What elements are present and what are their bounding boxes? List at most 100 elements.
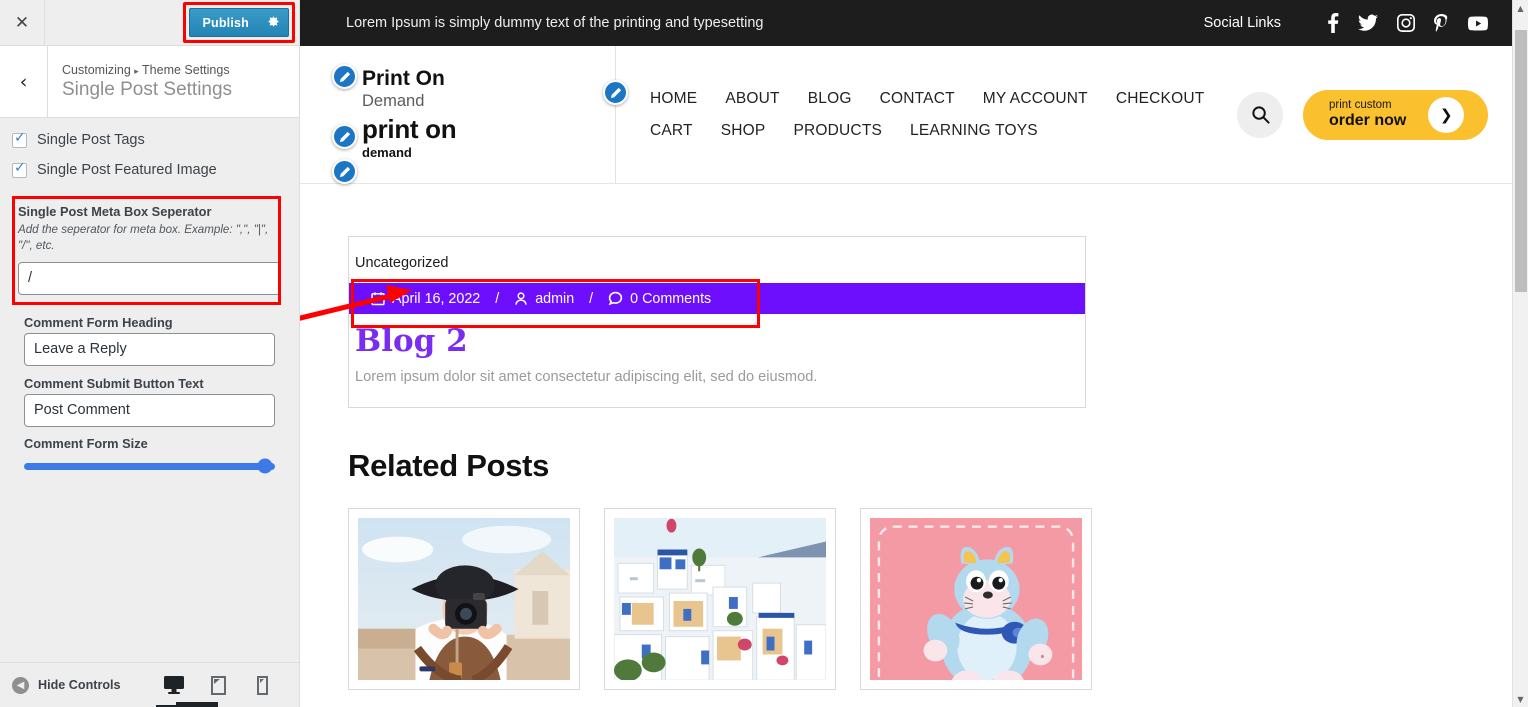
scroll-down-icon[interactable]: ▼ (1513, 691, 1528, 707)
comment-form-heading-input[interactable] (24, 332, 275, 366)
hide-controls-label: Hide Controls (38, 678, 121, 692)
vertical-scrollbar[interactable]: ▲ ▼ (1512, 0, 1528, 707)
logo-line-1: Print On (362, 67, 445, 91)
horizontal-scrollbar-thumb[interactable] (176, 702, 218, 707)
logo-line-2: Demand (362, 92, 425, 111)
twitter-icon[interactable] (1358, 14, 1378, 32)
hide-controls-button[interactable]: ◀ Hide Controls (12, 676, 121, 694)
post-date: April 16, 2022 (371, 291, 480, 307)
nav-item-shop[interactable]: SHOP (721, 115, 766, 147)
edit-pencil-icon[interactable] (332, 64, 357, 89)
order-now-cta-button[interactable]: print custom order now ❯ (1303, 89, 1488, 140)
logo-line-3: print on (362, 113, 457, 144)
gear-icon[interactable] (267, 15, 280, 30)
breadcrumb-root[interactable]: Customizing (62, 63, 131, 77)
blue-plush-toy-pink-background-photo (870, 518, 1082, 681)
related-posts-heading: Related Posts (348, 448, 550, 484)
publish-button[interactable]: Publish (189, 8, 289, 37)
edit-pencil-icon[interactable] (332, 159, 357, 184)
checkbox-icon[interactable] (12, 130, 27, 148)
comment-submit-button-label: Comment Submit Button Text (24, 375, 204, 391)
publish-button-label: Publish (202, 15, 249, 30)
tablet-icon[interactable] (207, 670, 229, 700)
chevron-right-icon[interactable]: ❯ (1428, 96, 1465, 133)
customizer-sidebar: ✕ Publish ‹ Customizing ▸ Theme Settings (0, 0, 300, 707)
close-icon[interactable]: ✕ (0, 0, 45, 45)
checkbox-label: Single Post Featured Image (37, 162, 217, 178)
panel-header: ‹ Customizing ▸ Theme Settings Single Po… (0, 45, 299, 118)
meta-box-separator-control: Single Post Meta Box Seperator Add the s… (12, 196, 287, 305)
comment-form-size-slider[interactable] (24, 458, 275, 474)
site-topbar: Lorem Ipsum is simply dummy text of the … (300, 0, 1528, 46)
page-content: Uncategorized April 16, 2022 / admin / 0 (300, 184, 1528, 691)
comment-icon (608, 291, 623, 306)
comment-form-heading-control: Comment Form Heading (12, 315, 287, 366)
breadcrumb-parent[interactable]: Theme Settings (142, 63, 230, 77)
checkbox-single-post-featured-image[interactable]: Single Post Featured Image (12, 160, 287, 178)
post-title[interactable]: Blog 2 (349, 314, 1085, 358)
nav-item-about[interactable]: ABOUT (725, 83, 779, 115)
nav-item-my-account[interactable]: MY ACCOUNT (983, 83, 1088, 115)
cta-small-label: print custom (1329, 98, 1392, 111)
scroll-up-icon[interactable]: ▲ (1513, 0, 1528, 16)
cta-large-label: order now (1329, 111, 1407, 129)
vertical-scrollbar-thumb[interactable] (1515, 30, 1527, 292)
device-preview-group (156, 670, 287, 707)
checkbox-label: Single Post Tags (37, 132, 145, 148)
desktop-icon[interactable] (156, 670, 192, 707)
nav-row-primary: HOME ABOUT BLOG CONTACT MY ACCOUNT CHECKOUT (650, 83, 1237, 115)
nav-item-products[interactable]: PRODUCTS (793, 115, 882, 147)
post-card: Uncategorized April 16, 2022 / admin / 0 (348, 236, 1086, 409)
edit-pencil-icon[interactable] (603, 80, 628, 105)
related-post-card[interactable] (860, 508, 1092, 691)
page-title: Single Post Settings (62, 78, 233, 100)
post-date-label: April 16, 2022 (392, 290, 481, 307)
meta-separator-label: Single Post Meta Box Seperator (18, 204, 212, 219)
post-category[interactable]: Uncategorized (349, 255, 1085, 283)
comment-submit-button-input[interactable] (24, 393, 275, 427)
customizer-topbar: ✕ Publish (0, 0, 299, 46)
nav-item-cart[interactable]: CART (650, 115, 693, 147)
calendar-icon (371, 292, 385, 306)
panel-header-text: Customizing ▸ Theme Settings Single Post… (48, 63, 232, 101)
mobile-icon[interactable] (251, 670, 273, 700)
chevron-left-icon[interactable]: ‹ (0, 45, 48, 118)
breadcrumb: Customizing ▸ Theme Settings (62, 63, 232, 77)
logo-line-4: demand (362, 145, 412, 161)
topbar-right: Social Links (1204, 13, 1528, 33)
related-post-card[interactable] (348, 508, 580, 691)
meta-separator-input[interactable] (18, 261, 281, 295)
horizontal-scrollbar[interactable] (0, 700, 300, 707)
pinterest-icon[interactable] (1434, 13, 1449, 33)
checkbox-icon[interactable] (12, 160, 27, 178)
woman-photographer-hat-photo (358, 518, 570, 681)
site-header: Print On Demand print on demand HOME ABOU… (300, 46, 1528, 184)
slider-thumb[interactable] (257, 458, 273, 474)
nav-row-secondary: CART SHOP PRODUCTS LEARNING TOYS (650, 115, 1237, 147)
post-author: admin (514, 291, 574, 307)
search-icon[interactable] (1237, 91, 1283, 138)
nav-item-contact[interactable]: CONTACT (880, 83, 955, 115)
checkbox-single-post-tags[interactable]: Single Post Tags (12, 130, 287, 148)
publish-button-wrap: Publish (183, 2, 296, 43)
topbar-message: Lorem Ipsum is simply dummy text of the … (346, 15, 764, 31)
site-preview: Lorem Ipsum is simply dummy text of the … (300, 0, 1528, 707)
nav-item-home[interactable]: HOME (650, 83, 697, 115)
santorini-white-blue-village-photo (614, 518, 826, 681)
youtube-icon[interactable] (1468, 16, 1488, 31)
post-excerpt: Lorem ipsum dolor sit amet consectetur a… (355, 369, 818, 386)
meta-separator: / (495, 290, 500, 307)
edit-pencil-icon[interactable] (332, 124, 357, 149)
related-post-card[interactable] (604, 508, 836, 691)
comment-form-heading-label: Comment Form Heading (24, 314, 173, 330)
meta-separator-description: Add the seperator for meta box. Example:… (18, 223, 269, 253)
related-posts-grid (348, 508, 1528, 691)
nav-item-learning-toys[interactable]: LEARNING TOYS (910, 115, 1038, 147)
nav-item-blog[interactable]: BLOG (808, 83, 852, 115)
instagram-icon[interactable] (1397, 14, 1415, 32)
facebook-icon[interactable] (1327, 13, 1339, 33)
nav-item-checkout[interactable]: CHECKOUT (1116, 83, 1205, 115)
comment-form-size-control: Comment Form Size (12, 436, 287, 474)
post-comments: 0 Comments (608, 291, 711, 307)
logo-column: Print On Demand print on demand (300, 46, 615, 184)
